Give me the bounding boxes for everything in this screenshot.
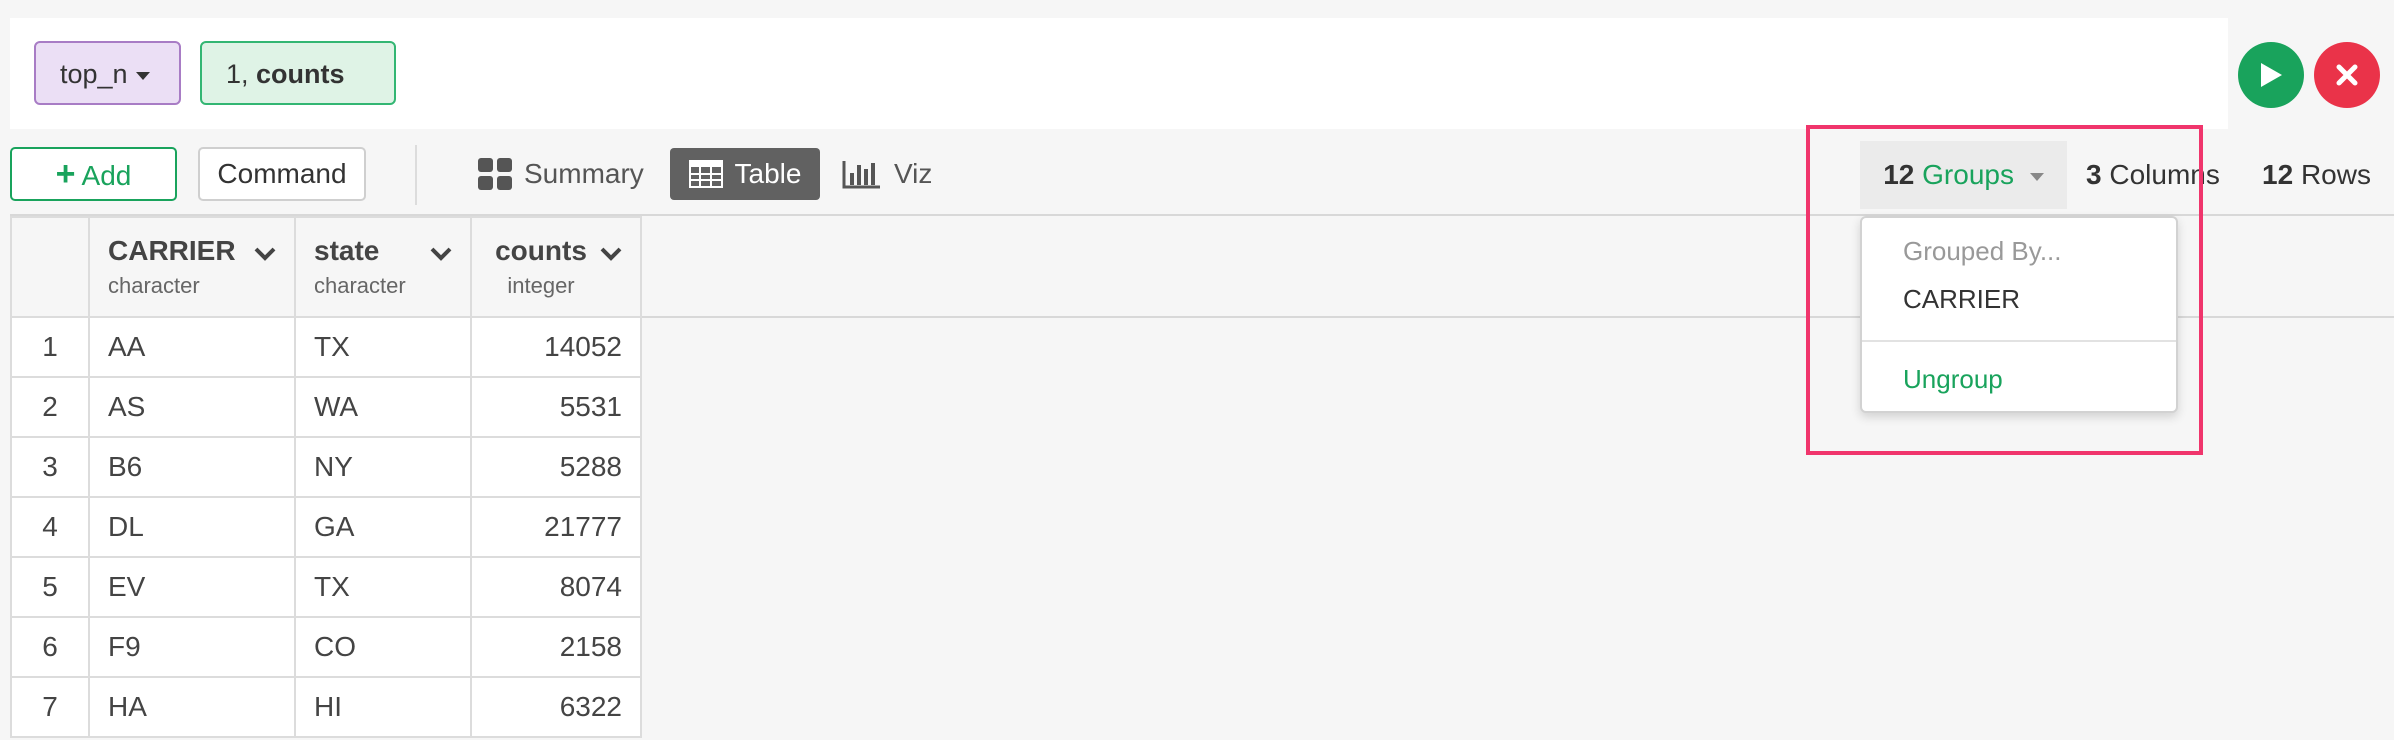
- row-number: 6: [10, 616, 90, 678]
- data-table: CARRIER character state character counts…: [10, 216, 642, 738]
- cell-counts[interactable]: 21777: [470, 496, 642, 558]
- table-row: 4 DL GA 21777: [10, 496, 642, 558]
- cell-state[interactable]: HI: [294, 676, 472, 738]
- toolbar-divider: [415, 145, 417, 205]
- column-header-state[interactable]: state character: [294, 216, 472, 318]
- add-button[interactable]: + Add: [10, 147, 177, 201]
- command-bar: top_n 1, counts: [10, 18, 2228, 129]
- tab-viz[interactable]: Viz: [842, 148, 932, 200]
- row-number: 4: [10, 496, 90, 558]
- cell-carrier[interactable]: EV: [88, 556, 296, 618]
- table-row: 2 AS WA 5531: [10, 376, 642, 438]
- cell-counts[interactable]: 5288: [470, 436, 642, 498]
- row-number: 7: [10, 676, 90, 738]
- cell-counts[interactable]: 2158: [470, 616, 642, 678]
- column-header-counts[interactable]: counts integer: [470, 216, 642, 318]
- cell-state[interactable]: GA: [294, 496, 472, 558]
- cell-carrier[interactable]: B6: [88, 436, 296, 498]
- table-row: 6 F9 CO 2158: [10, 616, 642, 678]
- cell-state[interactable]: TX: [294, 556, 472, 618]
- highlight-annotation: [1806, 125, 2203, 455]
- cell-counts[interactable]: 8074: [470, 556, 642, 618]
- add-button-label: Add: [81, 160, 132, 191]
- command-button-label: Command: [217, 158, 347, 189]
- cell-counts[interactable]: 6322: [470, 676, 642, 738]
- column-header-carrier[interactable]: CARRIER character: [88, 216, 296, 318]
- table-row: 3 B6 NY 5288: [10, 436, 642, 498]
- bar-chart-icon: [842, 161, 880, 189]
- cell-carrier[interactable]: HA: [88, 676, 296, 738]
- tab-table-label: Table: [734, 158, 802, 189]
- row-number: 3: [10, 436, 90, 498]
- rows-count: 12 Rows: [2262, 141, 2371, 209]
- column-type: character: [108, 273, 200, 298]
- play-icon: [2261, 63, 2282, 87]
- chevron-down-icon[interactable]: [430, 246, 452, 262]
- close-icon: [2336, 64, 2358, 86]
- row-number-header: [10, 216, 90, 318]
- tab-summary-label: Summary: [524, 158, 644, 189]
- chevron-down-icon[interactable]: [254, 246, 276, 262]
- cell-carrier[interactable]: F9: [88, 616, 296, 678]
- column-type: character: [314, 273, 406, 298]
- tab-table[interactable]: Table: [670, 148, 820, 200]
- cancel-button[interactable]: [2314, 42, 2380, 108]
- table-row: 1 AA TX 14052: [10, 316, 642, 378]
- plus-icon: +: [55, 155, 76, 193]
- table-icon: [688, 160, 723, 188]
- rows-count-value: 12: [2262, 159, 2294, 190]
- row-number: 5: [10, 556, 90, 618]
- column-type: integer: [507, 273, 575, 298]
- cell-carrier[interactable]: AS: [88, 376, 296, 438]
- cell-carrier[interactable]: AA: [88, 316, 296, 378]
- function-token-label: top_n: [60, 59, 128, 89]
- cell-carrier[interactable]: DL: [88, 496, 296, 558]
- argument-column: counts: [256, 59, 345, 89]
- cell-state[interactable]: NY: [294, 436, 472, 498]
- caret-down-icon: [135, 71, 150, 80]
- cell-counts[interactable]: 14052: [470, 316, 642, 378]
- header-row: CARRIER character state character counts…: [10, 216, 642, 318]
- summary-grid-icon: [478, 158, 512, 190]
- row-number: 2: [10, 376, 90, 438]
- table-row: 7 HA HI 6322: [10, 676, 642, 738]
- cell-state[interactable]: CO: [294, 616, 472, 678]
- rows-count-label: Rows: [2300, 159, 2371, 190]
- argument-prefix: 1,: [226, 59, 257, 89]
- tab-summary[interactable]: Summary: [478, 148, 644, 200]
- chevron-down-icon[interactable]: [600, 246, 622, 262]
- cell-state[interactable]: TX: [294, 316, 472, 378]
- tab-viz-label: Viz: [894, 158, 933, 189]
- command-button[interactable]: Command: [198, 147, 366, 201]
- cell-state[interactable]: WA: [294, 376, 472, 438]
- row-number: 1: [10, 316, 90, 378]
- table-row: 5 EV TX 8074: [10, 556, 642, 618]
- cell-counts[interactable]: 5531: [470, 376, 642, 438]
- run-button[interactable]: [2238, 42, 2304, 108]
- column-name: CARRIER: [108, 235, 236, 266]
- argument-token[interactable]: 1, counts: [200, 41, 396, 105]
- function-token[interactable]: top_n: [34, 41, 181, 105]
